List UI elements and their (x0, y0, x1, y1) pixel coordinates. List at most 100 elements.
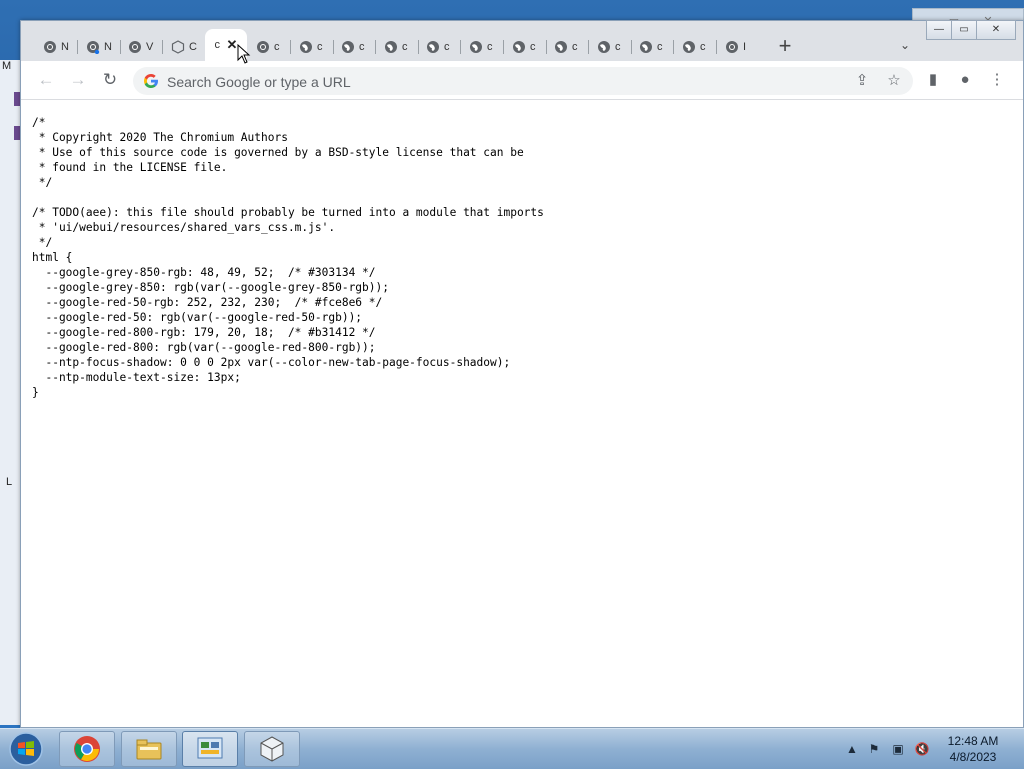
chrome-icon (72, 734, 102, 764)
chrome-icon (128, 40, 142, 54)
tab[interactable]: I (717, 33, 759, 61)
code-line: --google-grey-850-rgb: 48, 49, 52; /* #3… (32, 266, 376, 279)
globe-icon (682, 40, 696, 54)
code-line: * found in the LICENSE file. (32, 161, 228, 174)
menu-kebab-icon[interactable]: ⋮ (987, 70, 1007, 90)
code-line: --google-red-50-rgb: 252, 232, 230; /* #… (32, 296, 383, 309)
tab-title: N (61, 41, 69, 53)
tab-title: c (214, 39, 221, 51)
show-hidden-icons-button[interactable]: ▲ (844, 741, 860, 757)
code-line: /* (32, 116, 46, 129)
tab[interactable]: V (120, 33, 162, 61)
tab-title: c (487, 41, 493, 53)
tab[interactable]: c (461, 33, 503, 61)
network-icon[interactable]: ▣ (890, 741, 906, 757)
tab-title: I (743, 41, 747, 53)
omnibox[interactable]: ⇪ ☆ (133, 67, 913, 95)
minimize-button[interactable]: — (926, 20, 952, 40)
taskbar: ▲ ⚑ ▣ 🔇 12:48 AM 4/8/2023 (0, 728, 1024, 769)
code-line: --google-grey-850: rgb(var(--google-grey… (32, 281, 389, 294)
maximize-button[interactable]: ▭ (951, 20, 977, 40)
tab-title: c (359, 41, 365, 53)
tab[interactable]: c (546, 33, 588, 61)
tab[interactable]: N (78, 33, 120, 61)
omnibox-input[interactable] (165, 71, 809, 93)
tab-title: N (104, 41, 112, 53)
globe-icon (341, 40, 355, 54)
globe-icon (426, 40, 440, 54)
source-code: /* * Copyright 2020 The Chromium Authors… (32, 115, 544, 400)
desktop-label-m: M (2, 60, 12, 72)
tab-title: V (146, 41, 154, 53)
tab-title: C (189, 41, 197, 53)
tab[interactable]: c (333, 33, 375, 61)
start-button[interactable] (6, 731, 46, 767)
close-button[interactable]: ✕ (976, 20, 1016, 40)
taskbar-control-panel-button[interactable] (182, 731, 238, 767)
tab[interactable]: c (504, 33, 546, 61)
chrome-icon (43, 40, 57, 54)
share-icon[interactable]: ⇪ (853, 72, 871, 90)
clock[interactable]: 12:48 AM 4/8/2023 (938, 733, 1008, 765)
tab-search-chevron-icon[interactable]: ⌄ (895, 35, 915, 55)
volume-muted-icon[interactable]: 🔇 (914, 741, 930, 757)
browser-toolbar: ← → ↻ ⇪ ☆ ▮ ● ⋮ (21, 61, 1023, 100)
code-line: * Copyright 2020 The Chromium Authors (32, 131, 288, 144)
tab-title: c (530, 41, 536, 53)
new-tab-button[interactable]: + (773, 33, 797, 61)
reload-button[interactable]: ↻ (99, 69, 121, 91)
clock-date: 4/8/2023 (949, 750, 997, 764)
desktop-strip (0, 60, 22, 725)
globe-icon (554, 40, 568, 54)
chrome-icon (256, 40, 270, 54)
tab[interactable]: C (163, 33, 205, 61)
desktop-label-l: L (6, 476, 13, 488)
chrome-icon (725, 40, 739, 54)
taskbar-file-explorer-button[interactable] (121, 731, 177, 767)
tab-title: c (274, 41, 280, 53)
code-line: --ntp-module-text-size: 13px; (32, 371, 241, 384)
code-line: --google-red-50: rgb(var(--google-red-50… (32, 311, 363, 324)
tab-title: c (444, 41, 450, 53)
code-line: --google-red-800-rgb: 179, 20, 18; /* #b… (32, 326, 376, 339)
tab[interactable]: c (674, 33, 716, 61)
control-panel-icon (195, 734, 225, 764)
back-button[interactable]: ← (35, 69, 57, 91)
tab-strip: N N V Cc ✕ c c c c c c c c c c c I + ⌄ (21, 21, 1023, 61)
tab[interactable]: c (291, 33, 333, 61)
tab-close-icon[interactable]: ✕ (227, 37, 238, 53)
tab-title: c (700, 41, 706, 53)
code-line: html { (32, 251, 73, 264)
clock-time: 12:48 AM (947, 734, 999, 748)
profile-avatar-icon[interactable]: ● (955, 70, 975, 90)
code-line: * 'ui/webui/resources/shared_vars_css.m.… (32, 221, 336, 234)
code-line: */ (32, 176, 53, 189)
taskbar-package-button[interactable] (244, 731, 300, 767)
tab-title: c (615, 41, 621, 53)
extension-icon (171, 40, 185, 54)
code-line: --ntp-focus-shadow: 0 0 0 2px var(--colo… (32, 356, 511, 369)
page-content: /* * Copyright 2020 The Chromium Authors… (21, 100, 1023, 726)
globe-icon (597, 40, 611, 54)
action-center-flag-icon[interactable]: ⚑ (866, 741, 882, 757)
side-panel-icon[interactable]: ▮ (923, 70, 943, 90)
tab-title: c (402, 41, 408, 53)
tab[interactable]: c (418, 33, 460, 61)
forward-button[interactable]: → (67, 69, 89, 91)
google-icon (144, 74, 158, 88)
tab[interactable]: c (631, 33, 673, 61)
bookmark-star-icon[interactable]: ☆ (885, 72, 903, 90)
tab-title: c (572, 41, 578, 53)
tab[interactable]: N (35, 33, 77, 61)
tab[interactable]: c (376, 33, 418, 61)
globe-icon (299, 40, 313, 54)
chrome-badge-icon (86, 40, 100, 54)
taskbar-chrome-button[interactable] (59, 731, 115, 767)
tab-title: c (657, 41, 663, 53)
globe-icon (512, 40, 526, 54)
globe-icon (469, 40, 483, 54)
tab[interactable]: c (589, 33, 631, 61)
code-line: } (32, 386, 39, 399)
tab[interactable]: c (248, 33, 290, 61)
